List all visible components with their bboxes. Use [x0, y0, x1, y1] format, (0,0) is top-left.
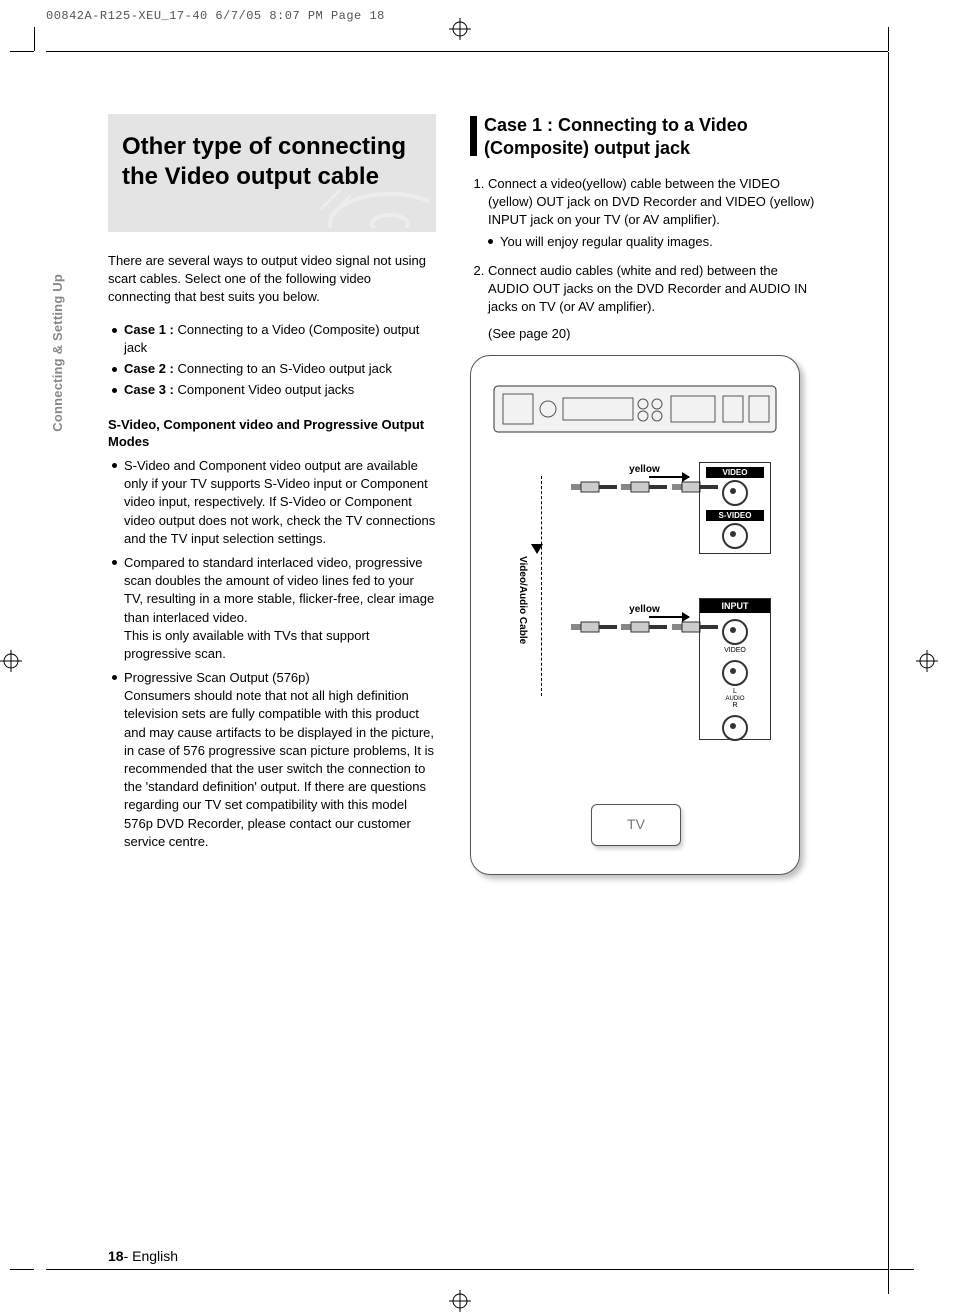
audio-r-jack-icon [722, 715, 748, 741]
crop-mark [888, 27, 889, 51]
crop-mark [888, 1270, 889, 1294]
registration-mark-icon [449, 1290, 471, 1312]
case-item: Case 2 : Connecting to an S-Video output… [112, 360, 436, 379]
video-in-jack-icon [722, 619, 748, 645]
rca-plug-icon [621, 620, 667, 634]
step-sub-item: You will enjoy regular quality images. [488, 233, 816, 251]
port-label: LAUDIOR [700, 688, 770, 709]
page-footer: 18- English [108, 1248, 178, 1264]
registration-mark-icon [916, 650, 938, 672]
crop-mark [10, 1269, 34, 1270]
crop-mark [34, 27, 35, 51]
intro-paragraph: There are several ways to output video s… [108, 252, 436, 307]
svideo-out-jack-icon [722, 523, 748, 549]
video-out-jack-icon [722, 480, 748, 506]
crop-mark [46, 51, 888, 52]
input-header: INPUT [700, 599, 770, 613]
note-item: Progressive Scan Output (576p) Consumers… [112, 669, 436, 851]
step-item: Connect audio cables (white and red) bet… [488, 262, 816, 317]
registration-mark-icon [0, 650, 22, 672]
notes-list: S-Video and Component video output are a… [108, 457, 436, 851]
crop-mark [10, 51, 34, 52]
rca-plug-icon [621, 480, 667, 494]
dvd-recorder-rear-icon [493, 380, 777, 440]
plug-group-out: yellow [571, 464, 718, 501]
language-label: English [132, 1248, 178, 1264]
sub-heading: S-Video, Component video and Progressive… [108, 416, 436, 451]
see-page-reference: (See page 20) [488, 326, 816, 341]
cable-line [541, 476, 543, 696]
connection-diagram: Video/Audio Cable yellow VIDEO S-VIDEO [470, 355, 800, 875]
step-item: Connect a video(yellow) cable between th… [488, 175, 816, 252]
case-item: Case 1 : Connecting to a Video (Composit… [112, 321, 436, 359]
audio-l-jack-icon [722, 660, 748, 686]
note-item: Compared to standard interlaced video, p… [112, 554, 436, 663]
tv-input-panel: INPUT VIDEO LAUDIOR [699, 598, 771, 740]
yellow-label: yellow [571, 604, 718, 615]
page-number: 18 [108, 1248, 124, 1264]
rca-plug-icon [571, 620, 617, 634]
down-arrow-icon [531, 544, 541, 554]
registration-mark-icon [449, 18, 471, 40]
cable-label: Video/Audio Cable [517, 556, 528, 644]
section-tab: Connecting & Setting Up [50, 274, 65, 432]
steps-list: Connect a video(yellow) cable between th… [470, 175, 816, 316]
title-box: Other type of connecting the Video outpu… [108, 114, 436, 232]
arrow-icon [649, 476, 689, 478]
case-list: Case 1 : Connecting to a Video (Composit… [108, 321, 436, 400]
crop-mark [888, 52, 889, 1270]
print-header: 00842A-R125-XEU_17-40 6/7/05 8:07 PM Pag… [46, 9, 385, 23]
disc-decoration-icon [310, 180, 430, 228]
crop-mark [46, 1269, 888, 1270]
dvd-output-panel: VIDEO S-VIDEO [699, 462, 771, 554]
section-title: Case 1 : Connecting to a Video (Composit… [470, 114, 816, 161]
port-label: VIDEO [700, 647, 770, 654]
case-item: Case 3 : Component Video output jacks [112, 381, 436, 400]
note-item: S-Video and Component video output are a… [112, 457, 436, 548]
plug-group-in: yellow [571, 604, 718, 641]
rca-plug-icon [571, 480, 617, 494]
crop-mark [890, 1269, 914, 1270]
arrow-icon [649, 616, 689, 618]
port-label: S-VIDEO [706, 510, 764, 521]
tv-icon: TV [591, 804, 681, 846]
yellow-label: yellow [571, 464, 718, 475]
port-label: VIDEO [706, 467, 764, 478]
